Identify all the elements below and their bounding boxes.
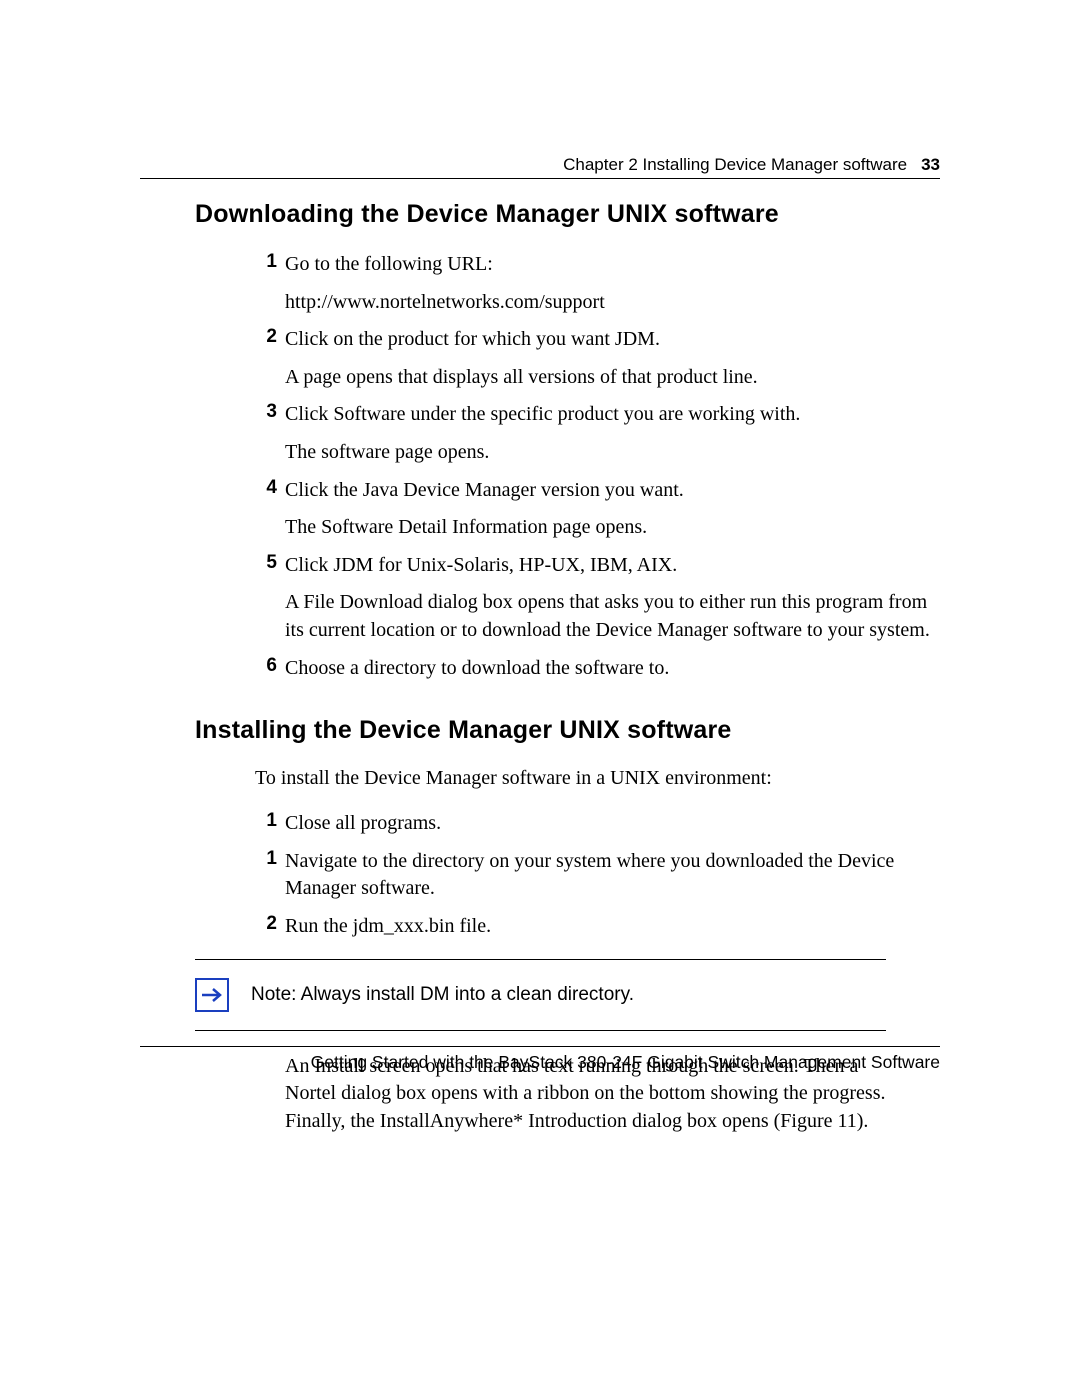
page-content: Downloading the Device Manager UNIX soft…: [195, 200, 940, 1135]
step-text: Choose a directory to download the softw…: [285, 655, 940, 683]
step-subtext: http://www.nortelnetworks.com/support: [285, 289, 940, 317]
list-item: 3 Click Software under the specific prod…: [255, 401, 940, 466]
step-number: 5: [255, 552, 277, 574]
list-item: 6 Choose a directory to download the sof…: [255, 655, 940, 683]
step-number: 4: [255, 477, 277, 499]
list-item: 2 Click on the product for which you wan…: [255, 326, 940, 391]
step-number: 1: [255, 810, 277, 832]
step-number: 1: [255, 251, 277, 273]
list-item: 2 Run the jdm_xxx.bin file.: [255, 913, 940, 941]
step-number: 1: [255, 848, 277, 870]
step-number: 2: [255, 913, 277, 935]
step-text: Run the jdm_xxx.bin file.: [285, 913, 940, 941]
steps-list-installing: 1 Close all programs. 1 Navigate to the …: [255, 810, 940, 940]
list-item: 4 Click the Java Device Manager version …: [255, 477, 940, 542]
step-text: Navigate to the directory on your system…: [285, 848, 940, 903]
list-item: 1 Go to the following URL: http://www.no…: [255, 251, 940, 316]
step-subtext: A File Download dialog box opens that as…: [285, 589, 940, 644]
step-number: 2: [255, 326, 277, 348]
section-intro: To install the Device Manager software i…: [255, 767, 940, 790]
step-text: Go to the following URL:: [285, 251, 940, 279]
list-item: 1 Close all programs.: [255, 810, 940, 838]
list-item: 1 Navigate to the directory on your syst…: [255, 848, 940, 903]
step-text: Close all programs.: [285, 810, 940, 838]
note-row: Note: Always install DM into a clean dir…: [195, 960, 940, 1030]
arrow-right-icon: [195, 978, 229, 1012]
step-subtext: A page opens that displays all versions …: [285, 364, 940, 392]
step-number: 3: [255, 401, 277, 423]
step-number: 6: [255, 655, 277, 677]
running-header: Chapter 2 Installing Device Manager soft…: [563, 155, 940, 175]
step-text: Click the Java Device Manager version yo…: [285, 477, 940, 505]
document-page: Chapter 2 Installing Device Manager soft…: [0, 0, 1080, 1397]
note-rule-bottom: [195, 1030, 886, 1031]
section-heading-downloading: Downloading the Device Manager UNIX soft…: [195, 200, 940, 229]
chapter-label: Chapter 2 Installing Device Manager soft…: [563, 155, 907, 174]
steps-list-downloading: 1 Go to the following URL: http://www.no…: [255, 251, 940, 682]
section-heading-installing: Installing the Device Manager UNIX softw…: [195, 716, 940, 745]
footer-text: Getting Started with the BayStack 380-24…: [311, 1052, 940, 1073]
note-block: Note: Always install DM into a clean dir…: [195, 959, 940, 1031]
step-subtext: The Software Detail Information page ope…: [285, 514, 940, 542]
list-item: 5 Click JDM for Unix-Solaris, HP-UX, IBM…: [255, 552, 940, 645]
header-rule: [140, 178, 940, 179]
step-text: Click on the product for which you want …: [285, 326, 940, 354]
page-number: 33: [921, 155, 940, 174]
step-text: Click Software under the specific produc…: [285, 401, 940, 429]
step-subtext: The software page opens.: [285, 439, 940, 467]
note-text: Note: Always install DM into a clean dir…: [251, 984, 634, 1006]
step-text: Click JDM for Unix-Solaris, HP-UX, IBM, …: [285, 552, 940, 580]
footer-rule: [140, 1046, 940, 1047]
